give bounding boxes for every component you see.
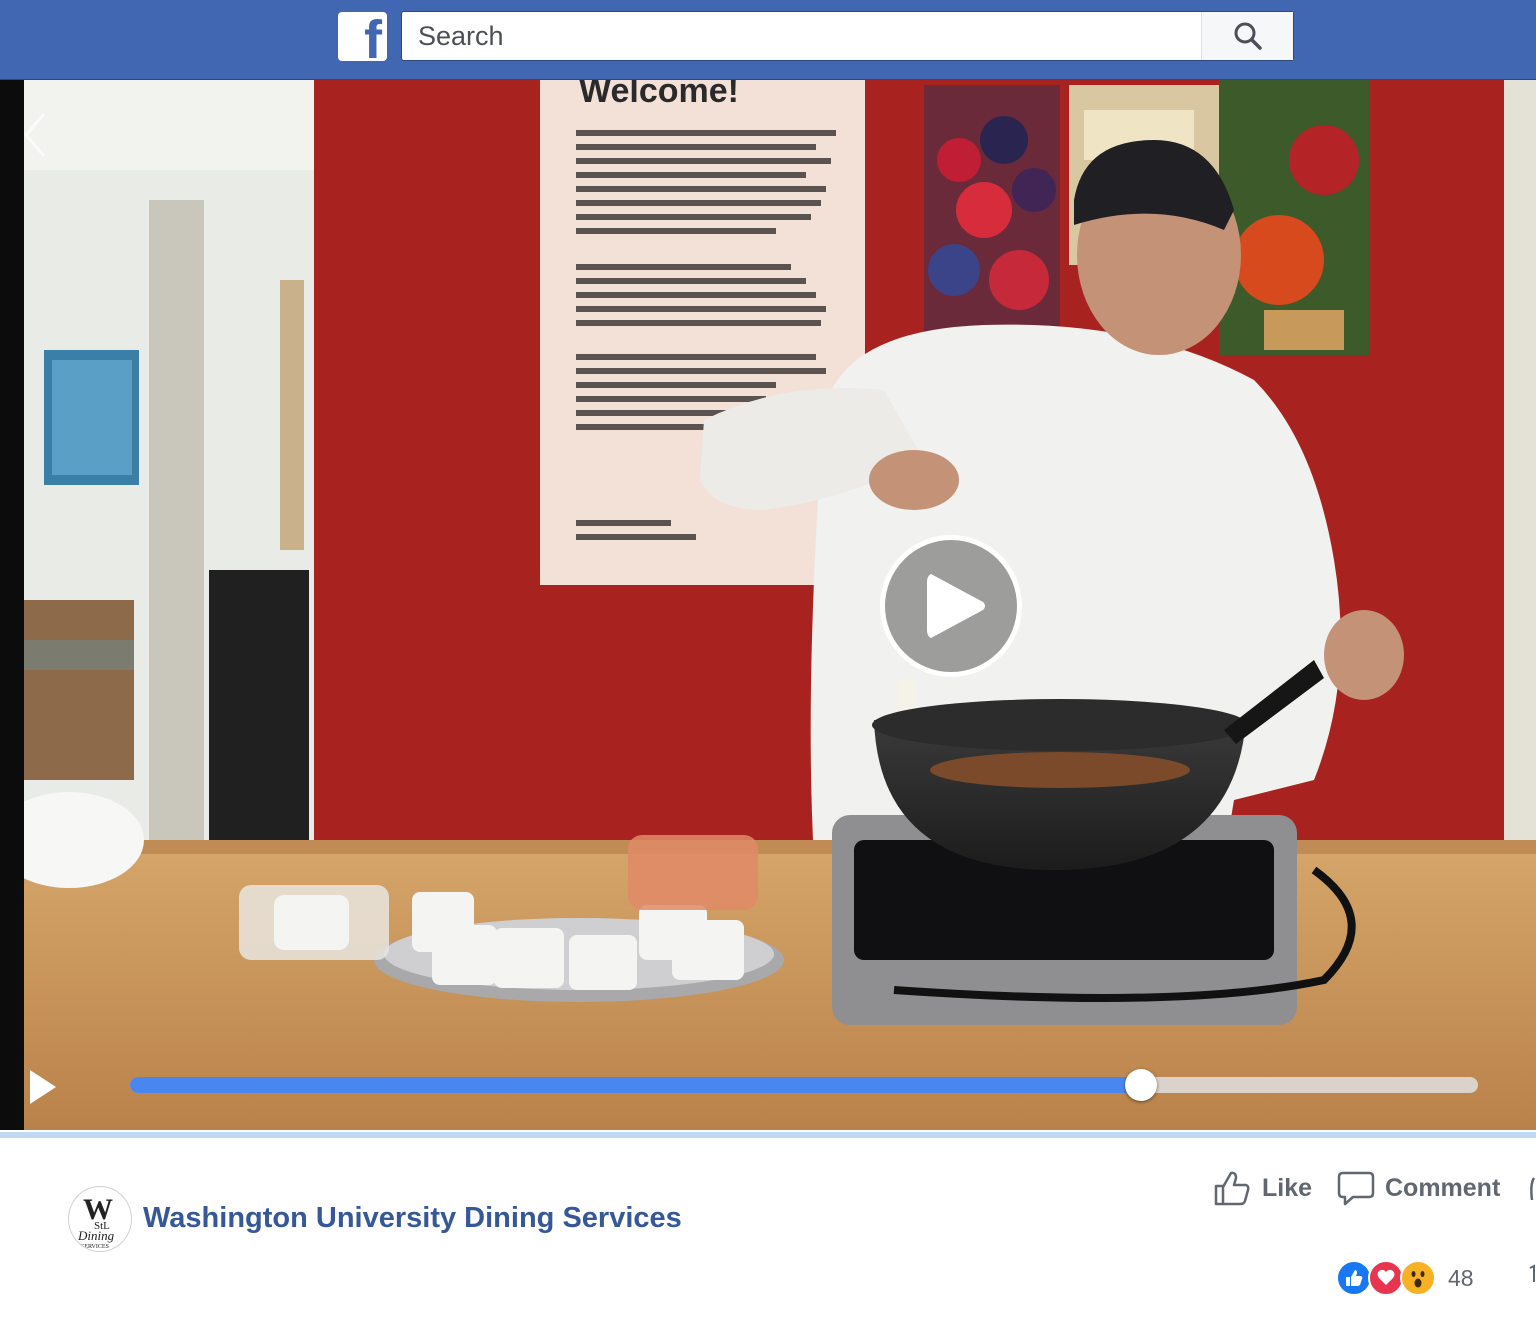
page-name-link[interactable]: Washington University Dining Services bbox=[143, 1202, 682, 1235]
facebook-logo-icon[interactable]: f bbox=[338, 12, 387, 61]
reaction-count: 48 bbox=[1448, 1264, 1474, 1291]
center-play-button[interactable] bbox=[880, 535, 1022, 677]
svg-text:SERVICES: SERVICES bbox=[81, 1244, 109, 1250]
search-button[interactable] bbox=[1201, 12, 1293, 60]
svg-text:Dining: Dining bbox=[77, 1228, 115, 1243]
like-label: Like bbox=[1262, 1173, 1313, 1202]
avatar[interactable]: W StL Dining SERVICES bbox=[68, 1186, 132, 1252]
comment-icon bbox=[1337, 1171, 1375, 1206]
thumbs-up-icon bbox=[1214, 1171, 1250, 1206]
video-left-edge bbox=[0, 80, 24, 1130]
comment-label: Comment bbox=[1385, 1173, 1501, 1202]
search-input[interactable] bbox=[402, 12, 1202, 60]
video-player[interactable]: Welcome! bbox=[0, 80, 1536, 1130]
video-frame: Welcome! bbox=[24, 80, 1536, 1130]
progress-handle[interactable] bbox=[1125, 1069, 1157, 1101]
play-icon bbox=[927, 574, 985, 638]
video-progress-bar[interactable] bbox=[130, 1069, 1478, 1101]
search-icon bbox=[1234, 22, 1262, 50]
svg-text:Welcome!: Welcome! bbox=[579, 80, 739, 110]
comment-button[interactable]: Comment bbox=[1337, 1168, 1500, 1208]
back-arrow-icon[interactable] bbox=[20, 110, 50, 160]
top-navigation-bar: f bbox=[0, 0, 1536, 80]
video-divider bbox=[0, 1132, 1536, 1138]
wow-reaction-icon bbox=[1400, 1260, 1436, 1296]
search-box bbox=[401, 11, 1294, 61]
progress-fill bbox=[130, 1077, 1141, 1093]
wustl-dining-logo: W StL Dining SERVICES bbox=[77, 1193, 115, 1250]
play-icon bbox=[30, 1070, 56, 1104]
like-button[interactable]: Like bbox=[1212, 1168, 1312, 1208]
like-reaction-icon bbox=[1336, 1260, 1372, 1296]
love-reaction-icon bbox=[1368, 1260, 1404, 1296]
share-count-icon bbox=[1529, 1264, 1535, 1282]
share-icon[interactable] bbox=[1528, 1174, 1536, 1204]
reactions-summary[interactable]: 48 bbox=[1336, 1259, 1474, 1297]
play-control-button[interactable] bbox=[26, 1068, 60, 1106]
